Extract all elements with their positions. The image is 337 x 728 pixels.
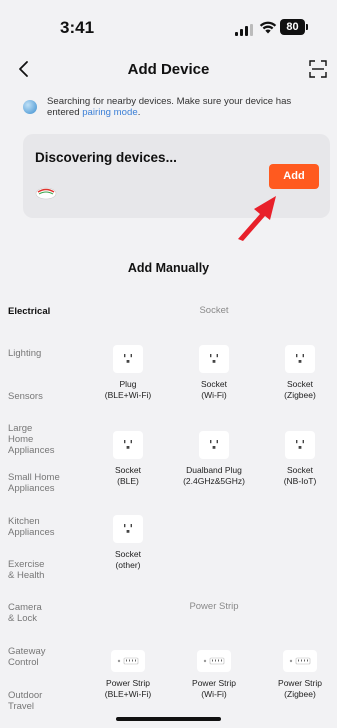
power-strip-icon — [283, 650, 317, 672]
category-item[interactable]: Electrical — [8, 306, 88, 317]
category-item[interactable]: Lighting — [8, 348, 88, 359]
section-title: Socket — [199, 305, 229, 316]
status-time: 3:41 — [60, 18, 95, 37]
power-strip-icon — [197, 650, 231, 672]
search-notice: Searching for nearby devices. Make sure … — [20, 96, 320, 124]
product-label: Socket (BLE) — [115, 465, 141, 486]
discovering-title: Discovering devices... — [35, 150, 177, 165]
category-item[interactable]: Exercise & Health — [8, 559, 88, 581]
searching-icon — [23, 100, 37, 114]
product-label: Socket (NB-IoT) — [283, 465, 317, 486]
home-indicator — [116, 717, 221, 721]
socket-item[interactable]: Socket (BLE) — [90, 431, 166, 487]
discovering-card: Discovering devices... Add — [23, 134, 330, 218]
signal-icon — [235, 24, 253, 36]
status-bar: 3:41 80 — [0, 0, 337, 48]
socket-item[interactable]: Socket (Zigbee) — [262, 345, 337, 401]
socket-item[interactable]: Socket (other) — [90, 515, 166, 571]
product-label: Socket (other) — [115, 549, 141, 570]
notice-tail: . — [137, 107, 141, 118]
battery-level: 80 — [280, 19, 305, 35]
category-item[interactable]: Kitchen Appliances — [8, 516, 88, 538]
socket-icon — [199, 431, 229, 459]
page-title: Add Device — [127, 61, 210, 78]
socket-item[interactable]: Socket (NB-IoT) — [262, 431, 337, 487]
power-strip-icon — [111, 650, 145, 672]
discovered-device-icon — [35, 187, 57, 200]
category-item[interactable]: Outdoor Travel — [8, 690, 88, 712]
socket-icon — [285, 345, 315, 373]
socket-icon — [113, 515, 143, 543]
product-label: Power Strip (Wi-Fi) — [192, 678, 236, 699]
power-strip-item[interactable]: Power Strip (Zigbee) — [262, 650, 337, 700]
category-item[interactable]: Gateway Control — [8, 646, 88, 668]
category-item[interactable]: Sensors — [8, 391, 88, 402]
product-label: Plug (BLE+Wi-Fi) — [104, 379, 152, 400]
category-item[interactable]: Small Home Appliances — [8, 472, 88, 494]
battery-icon: 80 — [280, 19, 310, 35]
product-label: Power Strip (Zigbee) — [278, 678, 322, 699]
nav-bar: Add Device — [0, 52, 337, 88]
power-strip-item[interactable]: Power Strip (BLE+Wi-Fi) — [90, 650, 166, 700]
product-label: Power Strip (BLE+Wi-Fi) — [104, 678, 152, 699]
power-strip-item[interactable]: Power Strip (Wi-Fi) — [176, 650, 252, 700]
add-button[interactable]: Add — [269, 164, 319, 189]
pairing-mode-link[interactable]: pairing mode — [82, 107, 137, 118]
add-manually-title: Add Manually — [127, 261, 210, 275]
socket-item[interactable]: Socket (Wi-Fi) — [176, 345, 252, 401]
scan-icon[interactable] — [309, 60, 327, 78]
category-item[interactable]: Camera & Lock — [8, 602, 88, 624]
socket-icon — [113, 431, 143, 459]
product-label: Socket (Wi-Fi) — [201, 379, 227, 400]
socket-icon — [285, 431, 315, 459]
socket-icon — [199, 345, 229, 373]
category-item[interactable]: Large Home Appliances — [8, 423, 88, 456]
notice-text: Searching for nearby devices. Make sure … — [47, 96, 322, 118]
arrow-icon — [238, 196, 276, 241]
section-title: Power Strip — [189, 601, 239, 612]
socket-item[interactable]: Dualband Plug (2.4GHz&5GHz) — [176, 431, 252, 487]
product-label: Socket (Zigbee) — [284, 379, 316, 400]
socket-item[interactable]: Plug (BLE+Wi-Fi) — [90, 345, 166, 401]
socket-icon — [113, 345, 143, 373]
wifi-icon — [259, 21, 277, 34]
product-label: Dualband Plug (2.4GHz&5GHz) — [183, 465, 245, 486]
